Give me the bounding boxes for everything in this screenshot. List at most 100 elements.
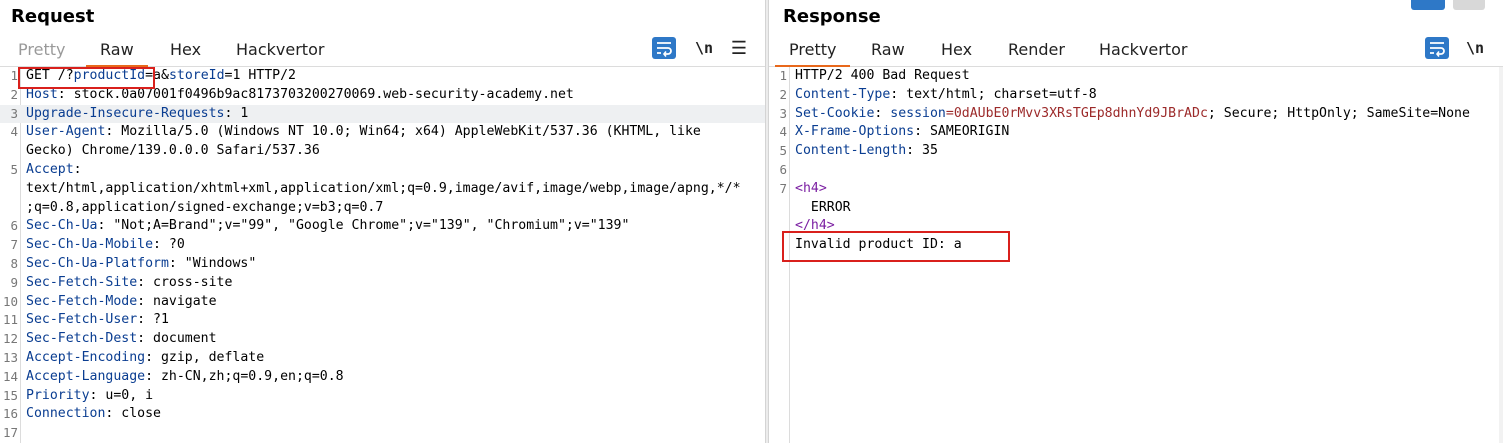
request-panel: Request Pretty Raw Hex Hackvertor \n ☰ 1… [0, 0, 765, 443]
newline-toggle-icon[interactable]: \n [1465, 37, 1485, 59]
code-line[interactable]: ERROR [769, 199, 1503, 218]
line-number: 9 [10, 274, 18, 290]
code-line[interactable]: 13 Accept-Encoding: gzip, deflate [0, 349, 765, 368]
code-line[interactable]: 4 X-Frame-Options: SAMEORIGIN [769, 123, 1503, 142]
code-line[interactable]: 4 User-Agent: Mozilla/5.0 (Windows NT 10.… [0, 123, 765, 142]
param-value: =a& [145, 68, 169, 83]
code-text: Invalid product ID: a [795, 236, 962, 255]
response-tab-hackvertor[interactable]: Hackvertor [1099, 40, 1187, 59]
header-name: Content-Type [795, 86, 891, 102]
code-line[interactable]: 7 Sec-Ch-Ua-Mobile: ?0 [0, 236, 765, 255]
code-text: User-Agent: Mozilla/5.0 (Windows NT 10.0… [26, 123, 701, 142]
line-number: 3 [10, 105, 18, 121]
layout-toggle-icon[interactable] [1411, 0, 1445, 10]
code-line[interactable]: 14 Accept-Language: zh-CN,zh;q=0.9,en;q=0… [0, 368, 765, 387]
code-text: ;q=0.8,application/signed-exchange;v=b3;… [26, 199, 383, 218]
code-line[interactable]: 16 Connection: close [0, 405, 765, 424]
line-number: 15 [2, 387, 18, 403]
header-name: Sec-Ch-Ua-Platform [26, 256, 169, 271]
html-tag: </h4> [795, 218, 835, 234]
header-value: text/html,application/xhtml+xml,applicat… [26, 180, 741, 196]
code-text: </h4> [795, 217, 835, 236]
response-tab-render[interactable]: Render [1008, 40, 1065, 59]
code-line[interactable]: 5 Accept: [0, 161, 765, 180]
line-number: 1 [10, 68, 18, 83]
code-text: Content-Length: 35 [795, 142, 938, 161]
header-name: Sec-Ch-Ua-Mobile [26, 237, 154, 253]
header-value: : zh-CN,zh;q=0.9,en;q=0.8 [145, 368, 344, 384]
code-line[interactable]: 5 Content-Length: 35 [769, 142, 1503, 161]
header-name: Sec-Ch-Ua [26, 218, 98, 234]
code-line[interactable]: 11 Sec-Fetch-User: ?1 [0, 311, 765, 330]
code-text: Upgrade-Insecure-Requests: 1 [26, 105, 248, 124]
header-name: User-Agent [26, 124, 106, 140]
header-value: ;q=0.8,application/signed-exchange;v=b3;… [26, 199, 384, 215]
response-scrollbar[interactable] [1499, 67, 1503, 443]
code-line[interactable]: 8 Sec-Ch-Ua-Platform: "Windows" [0, 255, 765, 274]
code-line[interactable]: 17 [0, 424, 765, 443]
code-line[interactable]: </h4> [769, 217, 1503, 236]
line-number: 3 [779, 105, 787, 121]
request-tab-raw[interactable]: Raw [86, 40, 148, 67]
request-tab-hex[interactable]: Hex [170, 40, 201, 59]
code-line[interactable]: Invalid product ID: a [769, 236, 1503, 255]
header-name: Sec-Fetch-Site [26, 274, 138, 290]
code-text: Sec-Fetch-User: ?1 [26, 311, 169, 330]
response-tab-pretty[interactable]: Pretty [774, 40, 852, 67]
menu-icon[interactable]: ☰ [730, 37, 748, 59]
param-name: storeId [168, 68, 225, 83]
code-line[interactable]: 3 Upgrade-Insecure-Requests: 1 [0, 104, 765, 124]
text-wrap-icon[interactable] [1425, 37, 1449, 59]
line-number: 2 [779, 86, 787, 102]
code-line[interactable]: 6 Sec-Ch-Ua: "Not;A=Brand";v="99", "Googl… [0, 217, 765, 236]
code-line[interactable]: 1 GET /?productId=a&storeId=1 HTTP/2 [0, 67, 765, 86]
code-line[interactable]: 10 Sec-Fetch-Mode: navigate [0, 293, 765, 312]
header-name: Sec-Fetch-User [26, 312, 138, 328]
header-value: : cross-site [137, 274, 233, 290]
header-name: Sec-Fetch-Mode [26, 293, 138, 309]
line-number: 7 [779, 180, 787, 196]
code-line[interactable]: 3 Set-Cookie: session=0dAUbE0rMvv3XRsTGEp… [769, 105, 1503, 124]
layout-toggle-icon-alt[interactable] [1453, 0, 1485, 10]
cookie-value: =0dAUbE0rMvv3XRsTGEp8dhnYd9JBrADc [945, 105, 1208, 121]
code-text: ERROR [795, 199, 851, 218]
html-tag: <h4> [795, 180, 827, 196]
response-editor[interactable]: 1 HTTP/2 400 Bad Request 2 Content-Type: te… [769, 67, 1503, 443]
line-number: 8 [10, 256, 18, 271]
code-line[interactable]: Gecko) Chrome/139.0.0.0 Safari/537.36 [0, 142, 765, 161]
header-value: : 1 [224, 105, 249, 121]
header-name: Priority [26, 387, 90, 403]
code-text: Accept: [26, 161, 82, 180]
code-line[interactable]: 7 <h4> [769, 180, 1503, 199]
code-line[interactable]: 9 Sec-Fetch-Site: cross-site [0, 274, 765, 293]
code-line[interactable]: 12 Sec-Fetch-Dest: document [0, 330, 765, 349]
line-number: 4 [779, 124, 787, 140]
code-line[interactable]: 15 Priority: u=0, i [0, 387, 765, 406]
code-text: Connection: close [26, 405, 161, 424]
header-value: : SAMEORIGIN [914, 124, 1010, 140]
code-line[interactable]: 1 HTTP/2 400 Bad Request [769, 67, 1503, 86]
request-editor[interactable]: 1 GET /?productId=a&storeId=1 HTTP/2 2 Host… [0, 67, 765, 443]
line-number: 4 [10, 124, 18, 140]
header-value: : text/html; charset=utf-8 [890, 86, 1097, 102]
header-name: Connection [26, 406, 106, 422]
code-text: Accept-Encoding: gzip, deflate [26, 349, 264, 368]
response-tab-raw[interactable]: Raw [871, 40, 905, 59]
request-tab-pretty[interactable]: Pretty [18, 40, 65, 59]
code-line[interactable]: text/html,application/xhtml+xml,applicat… [0, 180, 765, 199]
code-text: Sec-Fetch-Site: cross-site [26, 274, 232, 293]
text-wrap-icon[interactable] [652, 37, 676, 59]
newline-toggle-icon[interactable]: \n [694, 37, 714, 59]
code-line[interactable]: ;q=0.8,application/signed-exchange;v=b3;… [0, 199, 765, 218]
code-text: Priority: u=0, i [26, 387, 153, 406]
code-line[interactable]: 6 [769, 161, 1503, 180]
request-tab-hackvertor[interactable]: Hackvertor [236, 40, 324, 59]
response-tab-hex[interactable]: Hex [941, 40, 972, 59]
request-tabs: Pretty Raw Hex Hackvertor \n ☰ [0, 36, 765, 67]
code-line[interactable]: 2 Host: stock.0a07001f0496b9ac81737032002… [0, 86, 765, 105]
line-number: 14 [2, 368, 18, 384]
code-text: Sec-Ch-Ua-Mobile: ?0 [26, 236, 185, 255]
header-value: : gzip, deflate [145, 350, 265, 365]
request-title: Request [11, 6, 95, 27]
code-line[interactable]: 2 Content-Type: text/html; charset=utf-8 [769, 86, 1503, 105]
